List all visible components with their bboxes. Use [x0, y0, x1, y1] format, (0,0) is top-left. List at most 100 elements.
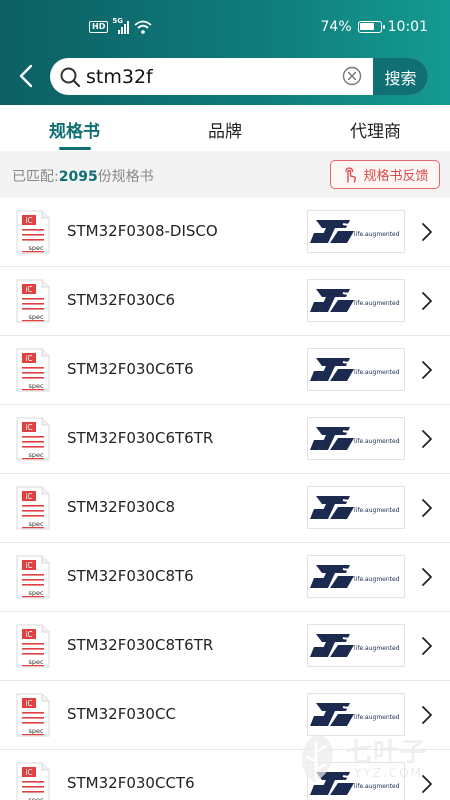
part-number: STM32F030C6 — [67, 291, 175, 309]
tab-indicator — [59, 147, 91, 150]
st-logo-icon: life.augmented — [310, 220, 400, 243]
part-number: STM32F030C6T6TR — [67, 429, 214, 447]
tab-bar: 规格书 品牌 代理商 — [0, 105, 450, 151]
chevron-right-icon — [422, 568, 432, 586]
spec-icon-bottom: spec — [28, 244, 44, 252]
part-number: STM32F030C6T6 — [67, 360, 194, 378]
part-number: STM32F030C8T6TR — [67, 636, 214, 654]
spec-icon-top: iC — [25, 285, 32, 294]
feedback-label: 规格书反馈 — [363, 169, 429, 184]
list-item[interactable]: iC spec STM32F030C6T6TR life.augmented — [0, 405, 450, 474]
chevron-right-icon — [422, 430, 432, 448]
tab-distributors[interactable]: 代理商 — [350, 117, 401, 142]
list-item[interactable]: iC spec STM32F030C8T6TR life.augmented — [0, 612, 450, 681]
datasheet-feedback-button[interactable]: 规格书反馈 — [330, 160, 440, 189]
match-suffix: 份规格书 — [97, 169, 154, 185]
clear-icon[interactable] — [342, 66, 362, 86]
spec-icon-bottom: spec — [28, 796, 44, 800]
chevron-right-icon — [422, 637, 432, 655]
st-logo-icon: life.augmented — [310, 427, 400, 450]
brand-logo: life.augmented — [307, 486, 405, 529]
brand-logo: life.augmented — [307, 279, 405, 322]
datasheet-list: iC spec STM32F0308-DISCO life.augmented — [0, 198, 450, 800]
search-input[interactable] — [86, 58, 336, 95]
search-icon — [60, 67, 81, 88]
spec-document-icon: iC spec — [16, 348, 50, 392]
signal-icon: 5G — [112, 17, 130, 34]
spec-icon-top: iC — [25, 561, 32, 570]
spec-document-icon: iC spec — [16, 210, 50, 254]
st-logo-icon: life.augmented — [310, 565, 400, 588]
tab-datasheets[interactable]: 规格书 — [49, 117, 100, 142]
hd-badge: HD — [89, 21, 109, 33]
part-number: STM32F030CCT6 — [67, 774, 195, 792]
chevron-right-icon — [422, 292, 432, 310]
chevron-left-icon — [19, 64, 33, 88]
part-number: STM32F0308-DISCO — [67, 222, 218, 240]
chevron-right-icon — [422, 775, 432, 793]
tab-brands[interactable]: 品牌 — [208, 117, 242, 142]
st-logo-icon: life.augmented — [310, 289, 400, 312]
part-number: STM32F030C8 — [67, 498, 175, 516]
st-logo-icon: life.augmented — [310, 703, 400, 726]
chevron-right-icon — [422, 223, 432, 241]
spec-document-icon: iC spec — [16, 555, 50, 599]
status-icons-left: HD 5G — [89, 17, 152, 34]
spec-icon-bottom: spec — [28, 313, 44, 321]
part-number: STM32F030C8T6 — [67, 567, 194, 585]
brand-logo: life.augmented — [307, 762, 405, 800]
spec-icon-bottom: spec — [28, 451, 44, 459]
brand-logo: life.augmented — [307, 348, 405, 391]
search-button[interactable]: 搜索 — [373, 58, 428, 95]
wifi-icon — [134, 20, 152, 34]
tap-hand-icon — [345, 166, 357, 183]
brand-logo: life.augmented — [307, 417, 405, 460]
brand-tagline: life.augmented — [354, 783, 400, 790]
search-bar: 搜索 — [50, 58, 428, 95]
list-item[interactable]: iC spec STM32F030C6T6 life.augmented — [0, 336, 450, 405]
spec-document-icon: iC spec — [16, 762, 50, 800]
match-summary: 已匹配:2095份规格书 — [12, 166, 154, 186]
st-logo-icon: life.augmented — [310, 496, 400, 519]
battery-level — [359, 23, 374, 30]
spec-document-icon: iC spec — [16, 486, 50, 530]
match-count: 2095 — [58, 169, 98, 185]
header: HD 5G 74% 10:01 stm32f 搜索 — [0, 0, 450, 105]
list-item[interactable]: iC spec STM32F030C6 life.augmented — [0, 267, 450, 336]
spec-icon-top: iC — [25, 768, 32, 777]
back-button[interactable] — [12, 62, 40, 90]
spec-icon-bottom: spec — [28, 589, 44, 597]
brand-logo: life.augmented — [307, 693, 405, 736]
match-summary-bar: 已匹配:2095份规格书 规格书反馈 — [0, 151, 450, 198]
list-item[interactable]: iC spec STM32F030C8T6 life.augmented — [0, 543, 450, 612]
brand-tagline: life.augmented — [354, 438, 400, 445]
brand-tagline: life.augmented — [354, 645, 400, 652]
list-item[interactable]: iC spec STM32F030CC life.augmented — [0, 681, 450, 750]
brand-tagline: life.augmented — [354, 300, 400, 307]
brand-tagline: life.augmented — [354, 369, 400, 376]
list-item[interactable]: iC spec STM32F030CCT6 life.augmented — [0, 750, 450, 800]
spec-icon-top: iC — [25, 423, 32, 432]
list-item[interactable]: iC spec STM32F030C8 life.augmented — [0, 474, 450, 543]
spec-icon-top: iC — [25, 630, 32, 639]
spec-icon-bottom: spec — [28, 658, 44, 666]
st-logo-icon: life.augmented — [310, 358, 400, 381]
st-logo-icon: life.augmented — [310, 634, 400, 657]
spec-document-icon: iC spec — [16, 624, 50, 668]
spec-document-icon: iC spec — [16, 693, 50, 737]
st-logo-icon: life.augmented — [310, 772, 400, 795]
part-number: STM32F030CC — [67, 705, 176, 723]
spec-icon-bottom: spec — [28, 520, 44, 528]
battery-icon — [357, 21, 385, 33]
brand-tagline: life.augmented — [354, 231, 400, 238]
spec-icon-top: iC — [25, 492, 32, 501]
match-prefix: 已匹配: — [12, 169, 59, 185]
spec-document-icon: iC spec — [16, 417, 50, 461]
brand-tagline: life.augmented — [354, 576, 400, 583]
brand-logo: life.augmented — [307, 555, 405, 598]
spec-icon-top: iC — [25, 216, 32, 225]
chevron-right-icon — [422, 706, 432, 724]
spec-icon-top: iC — [25, 354, 32, 363]
list-item[interactable]: iC spec STM32F0308-DISCO life.augmented — [0, 198, 450, 267]
status-icons-right: 74% 10:01 — [321, 19, 428, 35]
